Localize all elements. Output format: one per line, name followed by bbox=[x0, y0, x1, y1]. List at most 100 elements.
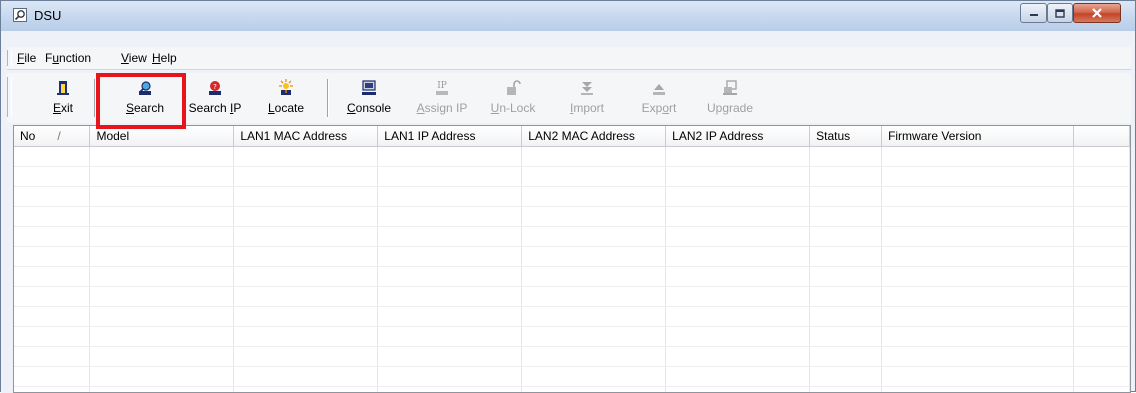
table-header-row: No/ Model LAN1 MAC Address LAN1 IP Addre… bbox=[14, 126, 1130, 147]
dsu-window: DSU File Function View Help Exit Search … bbox=[0, 0, 1136, 392]
table-cell bbox=[90, 207, 234, 227]
table-cell bbox=[522, 287, 666, 307]
table-row[interactable] bbox=[14, 367, 1130, 387]
table-row[interactable] bbox=[14, 187, 1130, 207]
column-header-lan1-ip[interactable]: LAN1 IP Address bbox=[378, 126, 522, 147]
table-row[interactable] bbox=[14, 267, 1130, 287]
menu-file[interactable]: File bbox=[17, 51, 36, 65]
table-row[interactable] bbox=[14, 307, 1130, 327]
table-cell bbox=[234, 147, 378, 167]
table-cell bbox=[522, 347, 666, 367]
column-header-lan2-ip[interactable]: LAN2 IP Address bbox=[666, 126, 810, 147]
table-cell bbox=[882, 207, 1074, 227]
table-cell bbox=[378, 187, 522, 207]
import-button[interactable]: Import bbox=[559, 77, 615, 121]
export-button[interactable]: Export bbox=[631, 77, 687, 121]
minimize-icon bbox=[1029, 9, 1039, 17]
table-cell bbox=[810, 147, 882, 167]
table-cell bbox=[522, 367, 666, 387]
unlock-icon bbox=[504, 79, 522, 97]
menu-view[interactable]: View bbox=[121, 51, 147, 65]
table-cell bbox=[90, 327, 234, 347]
table-cell bbox=[1073, 147, 1129, 167]
table-cell bbox=[666, 267, 810, 287]
exit-button[interactable]: Exit bbox=[39, 77, 87, 121]
table-cell bbox=[1073, 227, 1129, 247]
maximize-icon bbox=[1055, 9, 1065, 18]
assign-ip-button[interactable]: IP Assign IP bbox=[409, 77, 475, 121]
column-header-status[interactable]: Status bbox=[810, 126, 882, 147]
table-row[interactable] bbox=[14, 327, 1130, 347]
table-body bbox=[14, 147, 1130, 393]
table-cell bbox=[666, 167, 810, 187]
import-icon bbox=[578, 79, 596, 97]
search-ip-button[interactable]: ? Search IP bbox=[185, 77, 245, 121]
table-cell bbox=[522, 207, 666, 227]
table-row[interactable] bbox=[14, 167, 1130, 187]
table-cell bbox=[14, 227, 90, 247]
table-cell bbox=[1073, 167, 1129, 187]
locate-icon bbox=[277, 79, 295, 97]
column-header-no[interactable]: No/ bbox=[14, 126, 90, 147]
table-cell bbox=[1073, 307, 1129, 327]
table-cell bbox=[1073, 367, 1129, 387]
column-header-lan2-mac[interactable]: LAN2 MAC Address bbox=[522, 126, 666, 147]
table-row[interactable] bbox=[14, 207, 1130, 227]
maximize-button[interactable] bbox=[1047, 3, 1073, 23]
menu-help[interactable]: Help bbox=[152, 51, 177, 65]
title-bar[interactable]: DSU bbox=[1, 1, 1135, 31]
table-cell bbox=[882, 167, 1074, 187]
table-cell bbox=[90, 287, 234, 307]
table-cell bbox=[234, 267, 378, 287]
table-cell bbox=[810, 387, 882, 393]
table-cell bbox=[14, 287, 90, 307]
device-list[interactable]: No/ Model LAN1 MAC Address LAN1 IP Addre… bbox=[13, 125, 1131, 393]
table-cell bbox=[14, 347, 90, 367]
table-cell bbox=[378, 307, 522, 327]
table-cell bbox=[810, 347, 882, 367]
exit-icon bbox=[54, 79, 72, 97]
table-cell bbox=[810, 207, 882, 227]
table-row[interactable] bbox=[14, 287, 1130, 307]
table-cell bbox=[666, 227, 810, 247]
table-cell bbox=[882, 307, 1074, 327]
search-highlight-box bbox=[96, 73, 186, 129]
menu-bar: File Function View Help bbox=[7, 47, 1131, 70]
unlock-button[interactable]: Un-Lock bbox=[483, 77, 543, 121]
svg-text:?: ? bbox=[213, 83, 217, 91]
table-row[interactable] bbox=[14, 227, 1130, 247]
table-cell bbox=[810, 227, 882, 247]
console-button[interactable]: Console bbox=[341, 77, 397, 121]
console-icon bbox=[360, 79, 378, 97]
table-row[interactable] bbox=[14, 147, 1130, 167]
table-cell bbox=[522, 187, 666, 207]
column-header-model[interactable]: Model bbox=[90, 126, 234, 147]
menu-function[interactable]: Function bbox=[45, 51, 91, 65]
table-cell bbox=[1073, 247, 1129, 267]
table-cell bbox=[666, 307, 810, 327]
table-row[interactable] bbox=[14, 247, 1130, 267]
svg-text:IP: IP bbox=[437, 81, 447, 91]
table-cell bbox=[14, 367, 90, 387]
table-cell bbox=[90, 387, 234, 393]
close-button[interactable] bbox=[1073, 3, 1121, 23]
table-cell bbox=[90, 227, 234, 247]
table-cell bbox=[882, 387, 1074, 393]
minimize-button[interactable] bbox=[1020, 3, 1047, 23]
table-cell bbox=[14, 187, 90, 207]
table-cell bbox=[882, 347, 1074, 367]
column-header-lan1-mac[interactable]: LAN1 MAC Address bbox=[234, 126, 378, 147]
table-cell bbox=[14, 147, 90, 167]
table-cell bbox=[90, 147, 234, 167]
toolbar-separator bbox=[94, 79, 95, 117]
table-cell bbox=[378, 347, 522, 367]
table-row[interactable] bbox=[14, 347, 1130, 367]
table-cell bbox=[882, 187, 1074, 207]
upgrade-button[interactable]: Upgrade bbox=[699, 77, 761, 121]
locate-button[interactable]: Locate bbox=[261, 77, 311, 121]
table-row[interactable] bbox=[14, 387, 1130, 393]
table-cell bbox=[882, 287, 1074, 307]
table-cell bbox=[522, 227, 666, 247]
column-header-firmware-version[interactable]: Firmware Version bbox=[882, 126, 1074, 147]
table-cell bbox=[234, 347, 378, 367]
